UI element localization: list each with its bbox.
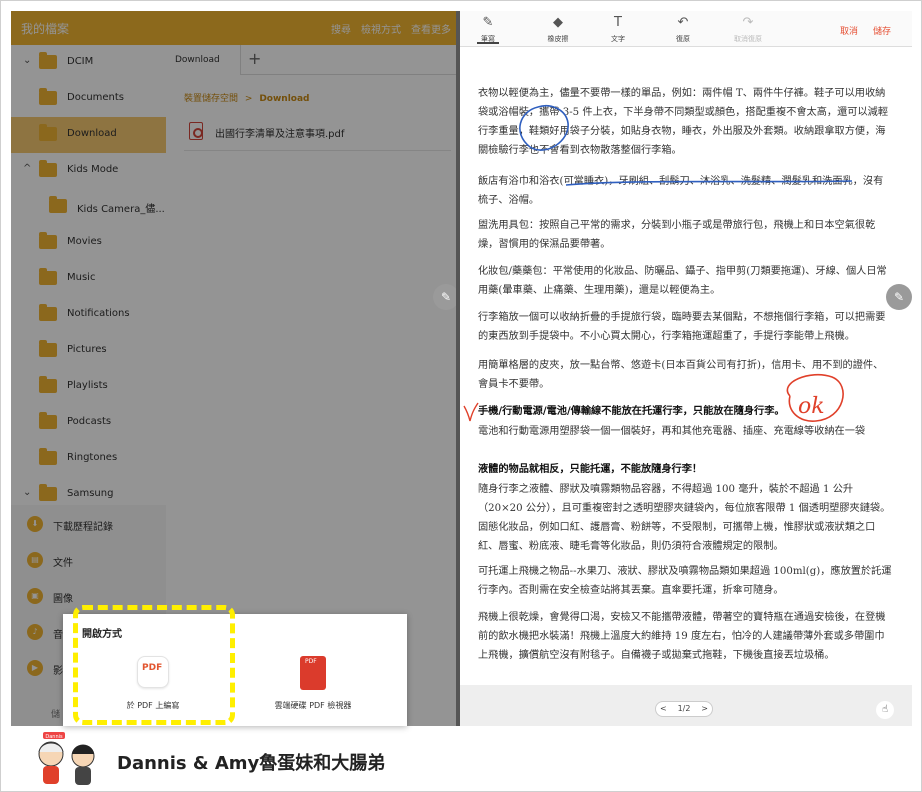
pdf-paragraph: 液體的物品就相反，只能托運，不能放隨身行李！ xyxy=(478,463,703,475)
drive-pdf-app-icon: PDF xyxy=(300,656,326,690)
eraser-icon: ◆ xyxy=(553,15,563,30)
tool-label: 文字 xyxy=(611,35,625,43)
pdf-paragraph: 飛機上很乾燥，會覺得口渴，安檢又不能攜帶液體，帶著空的寶特瓶在通過安檢後，在登機… xyxy=(478,612,886,661)
pdf-paragraph: 隨身行李之液體、膠狀及噴霧類物品容器，不得超過 100 毫升，裝於不超過 1 公… xyxy=(478,484,891,514)
pdf-paragraph: 用簡單格層的皮夾，放一點台幣、悠遊卡(日本百貨公司有打折)，信用卡、用不到的證件… xyxy=(478,360,884,390)
text-icon: T xyxy=(614,15,622,30)
cancel-button[interactable]: 取消 xyxy=(840,24,858,37)
split-handle-icon[interactable]: ✎ xyxy=(433,284,456,310)
tool-redo[interactable]: ↷ 取消復原 xyxy=(720,11,776,47)
pdf-paragraph: 盥洗用具包：按照自己平常的需求，分裝到小瓶子或是帶旅行包，飛機上和日本空氣很乾燥… xyxy=(478,220,876,250)
prev-page-button[interactable]: < xyxy=(660,702,667,716)
tool-eraser[interactable]: ◆ 橡皮擦 xyxy=(530,11,586,47)
app-label: 雲端硬碟 PDF 檢視器 xyxy=(274,701,352,710)
undo-icon: ↶ xyxy=(677,15,689,30)
editor-footer: < 1/2 > ☝ xyxy=(460,685,912,726)
mascot-logo: Dannis xyxy=(38,732,95,785)
screenshot-frame: 我的檔案 搜尋 檢視方式 查看更多 ⌄ DCIM Documents Download… xyxy=(0,0,922,792)
page-indicator: < 1/2 > xyxy=(655,701,713,717)
pdf-paragraph: 衣物以輕便為主，儘量不要帶一樣的單品，例如：兩件帽 T、兩件牛仔褲。鞋子可以用收… xyxy=(478,88,889,156)
app-drive-pdf-viewer[interactable]: PDF 雲端硬碟 PDF 檢視器 xyxy=(243,652,383,722)
pdf-paragraph: 飯店有浴巾和浴衣(可當睡衣)，牙刷組、刮鬍刀、沐浴乳、洗髮精、潤髮乳和洗面乳，沒… xyxy=(478,176,884,206)
tool-label: 取消復原 xyxy=(734,35,762,43)
page-number: 1/2 xyxy=(677,704,691,713)
pdf-paragraph: 手機/行動電源/電池/傳輸線不能放在托運行李，只能放在隨身行李。 xyxy=(478,405,785,417)
pdf-editor-pane: ✎ 筆寫 ◆ 橡皮擦 T 文字 ↶ 復原 ↷ 取消復原 取消 儲存 衣物以輕便為主，儘量不要帶一樣… xyxy=(460,11,912,726)
highlight-dashed-box xyxy=(73,605,235,725)
tool-text[interactable]: T 文字 xyxy=(590,11,646,47)
tool-label: 橡皮擦 xyxy=(547,35,569,43)
blog-branding: Dannis Dannis & Amy魯蛋妹和大腸弟 xyxy=(21,732,401,788)
touch-mode-icon[interactable]: ☝ xyxy=(876,701,894,719)
tool-label: 復原 xyxy=(676,35,690,43)
tool-undo[interactable]: ↶ 復原 xyxy=(655,11,711,47)
pdf-paragraph: 行李箱放一個可以收納折疊的手提旅行袋，臨時要去某個點，不想拖個行李箱，可以把需要… xyxy=(478,312,886,342)
active-tool-indicator xyxy=(477,42,499,44)
pdf-paragraph: 可托運上飛機之物品--水果刀、液狀、膠狀及噴霧物品類如果超過 100ml(g)，… xyxy=(478,566,892,596)
pdf-paragraph: 固態化妝品，例如口紅、護唇膏、粉餅等，不受限制，可攜帶上機，惟膠狀或液狀類之口紅… xyxy=(478,522,876,552)
brand-text: Dannis & Amy魯蛋妹和大腸弟 xyxy=(117,753,386,774)
pdf-page[interactable]: 衣物以輕便為主，儘量不要帶一樣的單品，例如：兩件帽 T、兩件牛仔褲。鞋子可以用收… xyxy=(468,56,900,681)
split-handle-icon[interactable]: ✎ xyxy=(886,284,912,310)
pen-icon: ✎ xyxy=(482,15,494,30)
save-button[interactable]: 儲存 xyxy=(873,24,891,37)
redo-icon: ↷ xyxy=(742,15,754,30)
next-page-button[interactable]: > xyxy=(701,702,708,716)
pdf-paragraph: 化妝包/藥藥包：平常使用的化妝品、防曬品、鑷子、指甲剪(刀類要拖運)、牙線、個人… xyxy=(478,266,887,296)
svg-text:Dannis: Dannis xyxy=(45,734,63,740)
pdf-paragraph: 電池和行動電源用塑膠袋一個一個裝好，再和其他充電器、插座、充電線等收納在一袋 xyxy=(478,426,866,437)
